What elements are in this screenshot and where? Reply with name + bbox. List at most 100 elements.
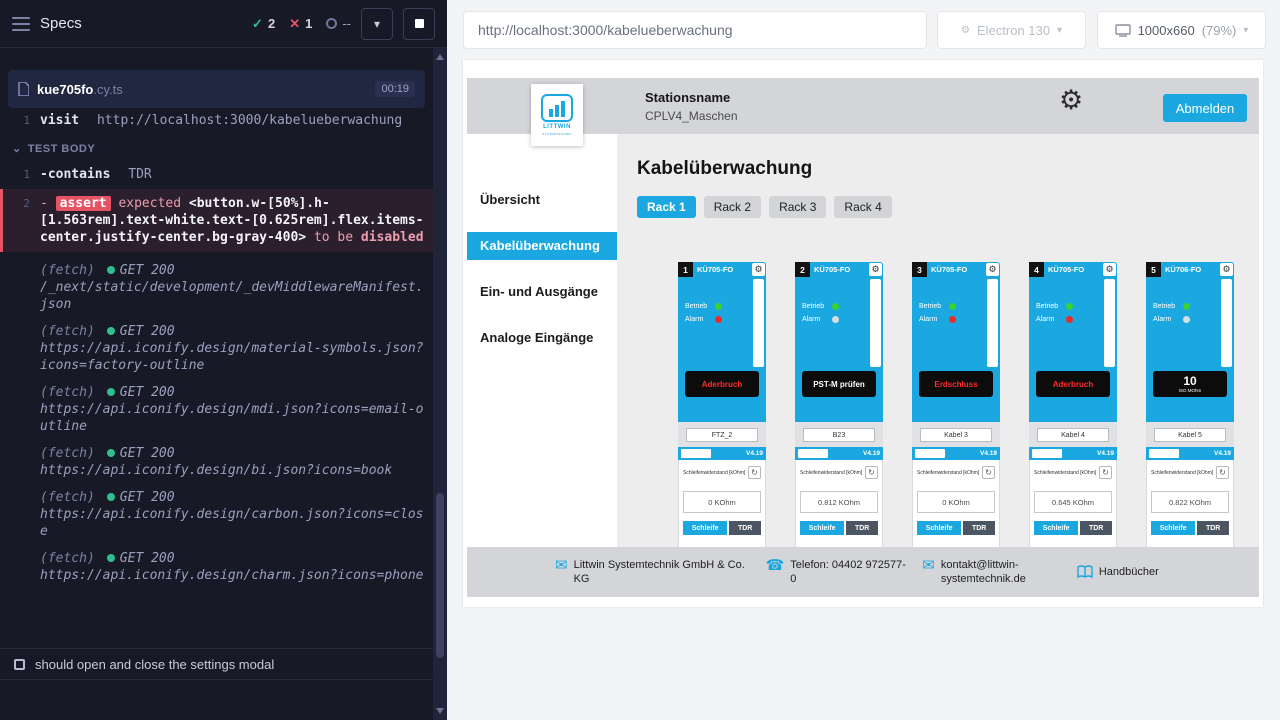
fetch-log-row[interactable]: (fetch)GET 200 /_next/static/development… (0, 262, 433, 313)
scrollbar-thumb[interactable] (436, 493, 444, 658)
status-dot-icon (107, 266, 115, 274)
cable-name-field[interactable]: Kabel 3 (920, 428, 992, 442)
next-test-title: should open and close the settings modal (35, 657, 274, 672)
tdr-button[interactable]: TDR (846, 521, 878, 535)
rack-tabs: Rack 1 Rack 2 Rack 3 Rack 4 (637, 196, 1259, 218)
resistance-label: Schleifenwiderstand [kOhm] (1151, 470, 1213, 476)
command-log: 1 visit http://localhost:3000/kabelueber… (0, 112, 433, 648)
status-display: 10 ISO MOhm (1153, 371, 1227, 397)
phone-icon: ☎ (766, 558, 785, 573)
chevron-down-icon: ▾ (1057, 25, 1062, 36)
resistance-value: 0.645 KOhm (1034, 491, 1112, 513)
test-body-section[interactable]: ⌄ TEST BODY (0, 129, 433, 166)
app-sidebar: Übersicht Kabelüberwachung Ein- und Ausg… (467, 134, 617, 547)
scroll-up-icon[interactable] (436, 54, 444, 60)
fetch-log-row[interactable]: (fetch)GET 200 https://api.iconify.desig… (0, 384, 433, 435)
cable-name-field[interactable]: FTZ_2 (686, 428, 758, 442)
runner-panel: ⚙ Electron 130 ▾ 1000x660 (79%) ▾ LITTWI… (447, 0, 1280, 720)
viewport-selector[interactable]: 1000x660 (79%) ▾ (1097, 11, 1266, 49)
fetch-log-row[interactable]: (fetch)GET 200 https://api.iconify.desig… (0, 445, 433, 479)
schleife-button[interactable]: Schleife (917, 521, 961, 535)
card-number: 1 (678, 262, 693, 277)
specs-menu-icon[interactable] (12, 17, 30, 31)
footer-email[interactable]: ✉ kontakt@littwin-systemtechnik.de (922, 558, 1063, 587)
refresh-button[interactable]: ↻ (1216, 466, 1229, 479)
cable-name-field[interactable]: Kabel 5 (1154, 428, 1226, 442)
failed-assert-row[interactable]: 2 - assert expected <button.w-[50%].h-[1… (0, 189, 433, 252)
card-settings-button[interactable]: ⚙ (752, 263, 765, 276)
logout-button[interactable]: Abmelden (1163, 94, 1247, 122)
refresh-icon: ↻ (1102, 468, 1109, 477)
resistance-value: 0.822 KOhm (1151, 491, 1229, 513)
status-display: PST-M prüfen (802, 371, 876, 397)
command-row-contains[interactable]: 1 -contains TDR (0, 166, 433, 183)
refresh-button[interactable]: ↻ (865, 466, 878, 479)
fetch-log-row[interactable]: (fetch)GET 200 https://api.iconify.desig… (0, 489, 433, 540)
tdr-button[interactable]: TDR (1197, 521, 1229, 535)
fetch-url: https://api.iconify.design/mdi.json?icon… (40, 401, 425, 435)
device-card: 3 KÜ705-FO ⚙ Betrieb Alarm Erdschluss Ka… (912, 262, 1000, 547)
resistance-value: 0 KOhm (683, 491, 761, 513)
mail-icon: ✉ (922, 558, 935, 573)
refresh-icon: ↻ (751, 468, 758, 477)
tab-rack-1[interactable]: Rack 1 (637, 196, 696, 218)
settings-gear-icon[interactable]: ⚙ (1059, 87, 1083, 114)
specs-title: Specs (40, 15, 82, 32)
card-model: KÜ705-FO (1044, 262, 1103, 277)
nav-item-kabelueberwachung[interactable]: Kabelüberwachung (467, 232, 617, 260)
spec-timer: 00:19 (375, 81, 415, 97)
refresh-button[interactable]: ↻ (1099, 466, 1112, 479)
reporter-scrollbar[interactable] (433, 48, 447, 720)
schleife-button[interactable]: Schleife (800, 521, 844, 535)
version-box (681, 449, 711, 458)
cross-icon: ✕ (289, 16, 300, 32)
next-test-row[interactable]: should open and close the settings modal (0, 648, 433, 680)
refresh-button[interactable]: ↻ (982, 466, 995, 479)
chevron-down-icon: ▾ (1243, 25, 1248, 36)
nav-item-uebersicht[interactable]: Übersicht (467, 186, 617, 214)
collapse-button[interactable]: ▾ (361, 8, 393, 40)
tdr-button[interactable]: TDR (963, 521, 995, 535)
card-settings-button[interactable]: ⚙ (869, 263, 882, 276)
schleife-button[interactable]: Schleife (683, 521, 727, 535)
browser-selector[interactable]: ⚙ Electron 130 ▾ (937, 11, 1086, 49)
cable-name-field[interactable]: B23 (803, 428, 875, 442)
refresh-button[interactable]: ↻ (748, 466, 761, 479)
stat-passed: ✓ 2 (252, 16, 275, 32)
fetch-log-row[interactable]: (fetch)GET 200 https://api.iconify.desig… (0, 550, 433, 584)
refresh-icon: ↻ (1219, 468, 1226, 477)
test-icon (14, 659, 25, 670)
card-settings-button[interactable]: ⚙ (1220, 263, 1233, 276)
spec-file-icon (18, 82, 29, 96)
command-row-visit[interactable]: 1 visit http://localhost:3000/kabelueber… (0, 112, 433, 129)
tab-rack-2[interactable]: Rack 2 (704, 196, 761, 218)
logo-icon (541, 94, 573, 122)
fetch-url: https://api.iconify.design/charm.json?ic… (40, 567, 425, 584)
url-input[interactable] (463, 11, 927, 49)
scroll-down-icon[interactable] (436, 708, 444, 714)
cable-name-field[interactable]: Kabel 4 (1037, 428, 1109, 442)
nav-item-ein-und-ausgaenge[interactable]: Ein- und Ausgänge (467, 278, 617, 306)
card-settings-button[interactable]: ⚙ (1103, 263, 1116, 276)
tab-rack-3[interactable]: Rack 3 (769, 196, 826, 218)
tab-rack-4[interactable]: Rack 4 (834, 196, 891, 218)
nav-item-analoge-eingaenge[interactable]: Analoge Eingänge (467, 324, 617, 352)
betrieb-label: Betrieb (802, 303, 828, 310)
tdr-button[interactable]: TDR (729, 521, 761, 535)
stop-button[interactable] (403, 8, 435, 40)
status-dot-icon (107, 493, 115, 501)
station-label: Stationsname (645, 90, 738, 105)
iso-value: 10 (1183, 375, 1196, 387)
footer-manuals-link[interactable]: Handbücher (1077, 565, 1159, 579)
schleife-button[interactable]: Schleife (1034, 521, 1078, 535)
gear-icon: ⚙ (871, 264, 879, 275)
fetch-log-row[interactable]: (fetch)GET 200 https://api.iconify.desig… (0, 323, 433, 374)
betrieb-label: Betrieb (1036, 303, 1062, 310)
card-settings-button[interactable]: ⚙ (986, 263, 999, 276)
resistance-label: Schleifenwiderstand [kOhm] (683, 470, 745, 476)
spec-file-row[interactable]: kue705fo.cy.ts 00:19 (8, 70, 425, 108)
tdr-button[interactable]: TDR (1080, 521, 1112, 535)
schleife-button[interactable]: Schleife (1151, 521, 1195, 535)
card-side-strip (870, 279, 881, 367)
resistance-value: 0.812 KOhm (800, 491, 878, 513)
